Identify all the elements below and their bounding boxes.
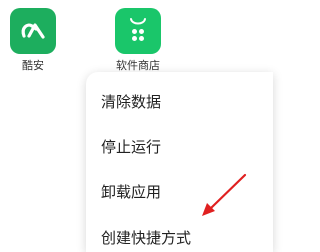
annotation-arrow-icon: [202, 173, 247, 216]
